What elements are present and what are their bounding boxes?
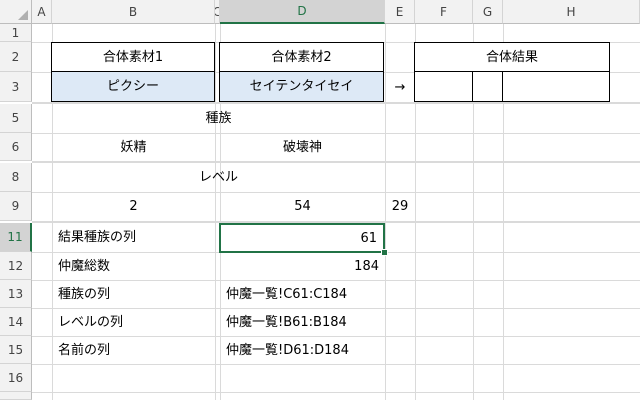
column-header-g[interactable]: G [473, 0, 503, 24]
row-header-6[interactable]: 6 [0, 133, 32, 161]
column-header-e[interactable]: E [385, 0, 415, 24]
cell-g3-result[interactable] [472, 71, 504, 102]
column-header-a[interactable]: A [32, 0, 52, 24]
cell-b14-label[interactable]: レベルの列 [52, 308, 215, 336]
cell-b12-label[interactable]: 仲魔総数 [52, 252, 215, 280]
row-header-11[interactable]: 11 [0, 223, 32, 252]
cell-e9-level-result[interactable]: 29 [385, 192, 415, 221]
cell-d12-value[interactable]: 184 [220, 252, 385, 280]
cell-h3-result[interactable] [502, 71, 610, 102]
row-header-5[interactable]: 5 [0, 104, 32, 133]
cell-d14-range[interactable]: 仲魔一覧!B61:B184 [220, 308, 385, 336]
row-header-14[interactable]: 14 [0, 308, 32, 336]
column-header-d[interactable]: D [220, 0, 385, 24]
cell-d9-level2[interactable]: 54 [220, 192, 385, 221]
gridline [32, 392, 640, 393]
cell-f3-result[interactable] [414, 71, 474, 102]
cell-d15-range[interactable]: 仲魔一覧!D61:D184 [220, 336, 385, 364]
cell-race-header[interactable]: 種族 [52, 104, 385, 133]
cell-b9-level1[interactable]: 2 [52, 192, 215, 221]
row-header-3[interactable]: 3 [0, 72, 32, 102]
cell-b2-material1-label[interactable]: 合体素材1 [51, 42, 215, 73]
row-header-1[interactable]: 1 [0, 24, 32, 42]
gridline [32, 364, 640, 365]
gridline [215, 24, 216, 400]
column-header-b[interactable]: B [52, 0, 215, 24]
cell-level-header[interactable]: レベル [52, 163, 385, 192]
cell-d3-material2-input[interactable]: セイテンタイセイ [219, 71, 384, 102]
select-all-corner[interactable] [0, 0, 32, 24]
row-header-2[interactable]: 2 [0, 42, 32, 72]
select-all-triangle-icon [18, 10, 28, 20]
row-header-12[interactable]: 12 [0, 252, 32, 280]
row-header-16[interactable]: 16 [0, 364, 32, 392]
row-header-8[interactable]: 8 [0, 163, 32, 192]
cell-f2-result-label[interactable]: 合体結果 [414, 42, 610, 73]
row-header-13[interactable]: 13 [0, 280, 32, 308]
cell-d13-range[interactable]: 仲魔一覧!C61:C184 [220, 280, 385, 308]
cell-d11-active[interactable]: 61 [219, 223, 385, 253]
cell-d6-race2[interactable]: 破壊神 [220, 133, 385, 161]
row-header-9[interactable]: 9 [0, 192, 32, 221]
column-header-f[interactable]: F [415, 0, 473, 24]
cell-b13-label[interactable]: 種族の列 [52, 280, 215, 308]
cell-b11-label[interactable]: 結果種族の列 [52, 223, 215, 252]
row-header-15[interactable]: 15 [0, 336, 32, 364]
cell-d2-material2-label[interactable]: 合体素材2 [219, 42, 384, 73]
column-header-h[interactable]: H [503, 0, 640, 24]
cell-b3-material1-input[interactable]: ピクシー [51, 71, 215, 102]
cell-b6-race1[interactable]: 妖精 [52, 133, 215, 161]
spreadsheet-grid: A B C D E F G H 1 2 3 5 6 8 9 11 12 13 1… [0, 0, 640, 400]
cell-b15-label[interactable]: 名前の列 [52, 336, 215, 364]
cell-e3-arrow[interactable]: → [385, 72, 415, 102]
row-header-17[interactable] [0, 392, 32, 400]
